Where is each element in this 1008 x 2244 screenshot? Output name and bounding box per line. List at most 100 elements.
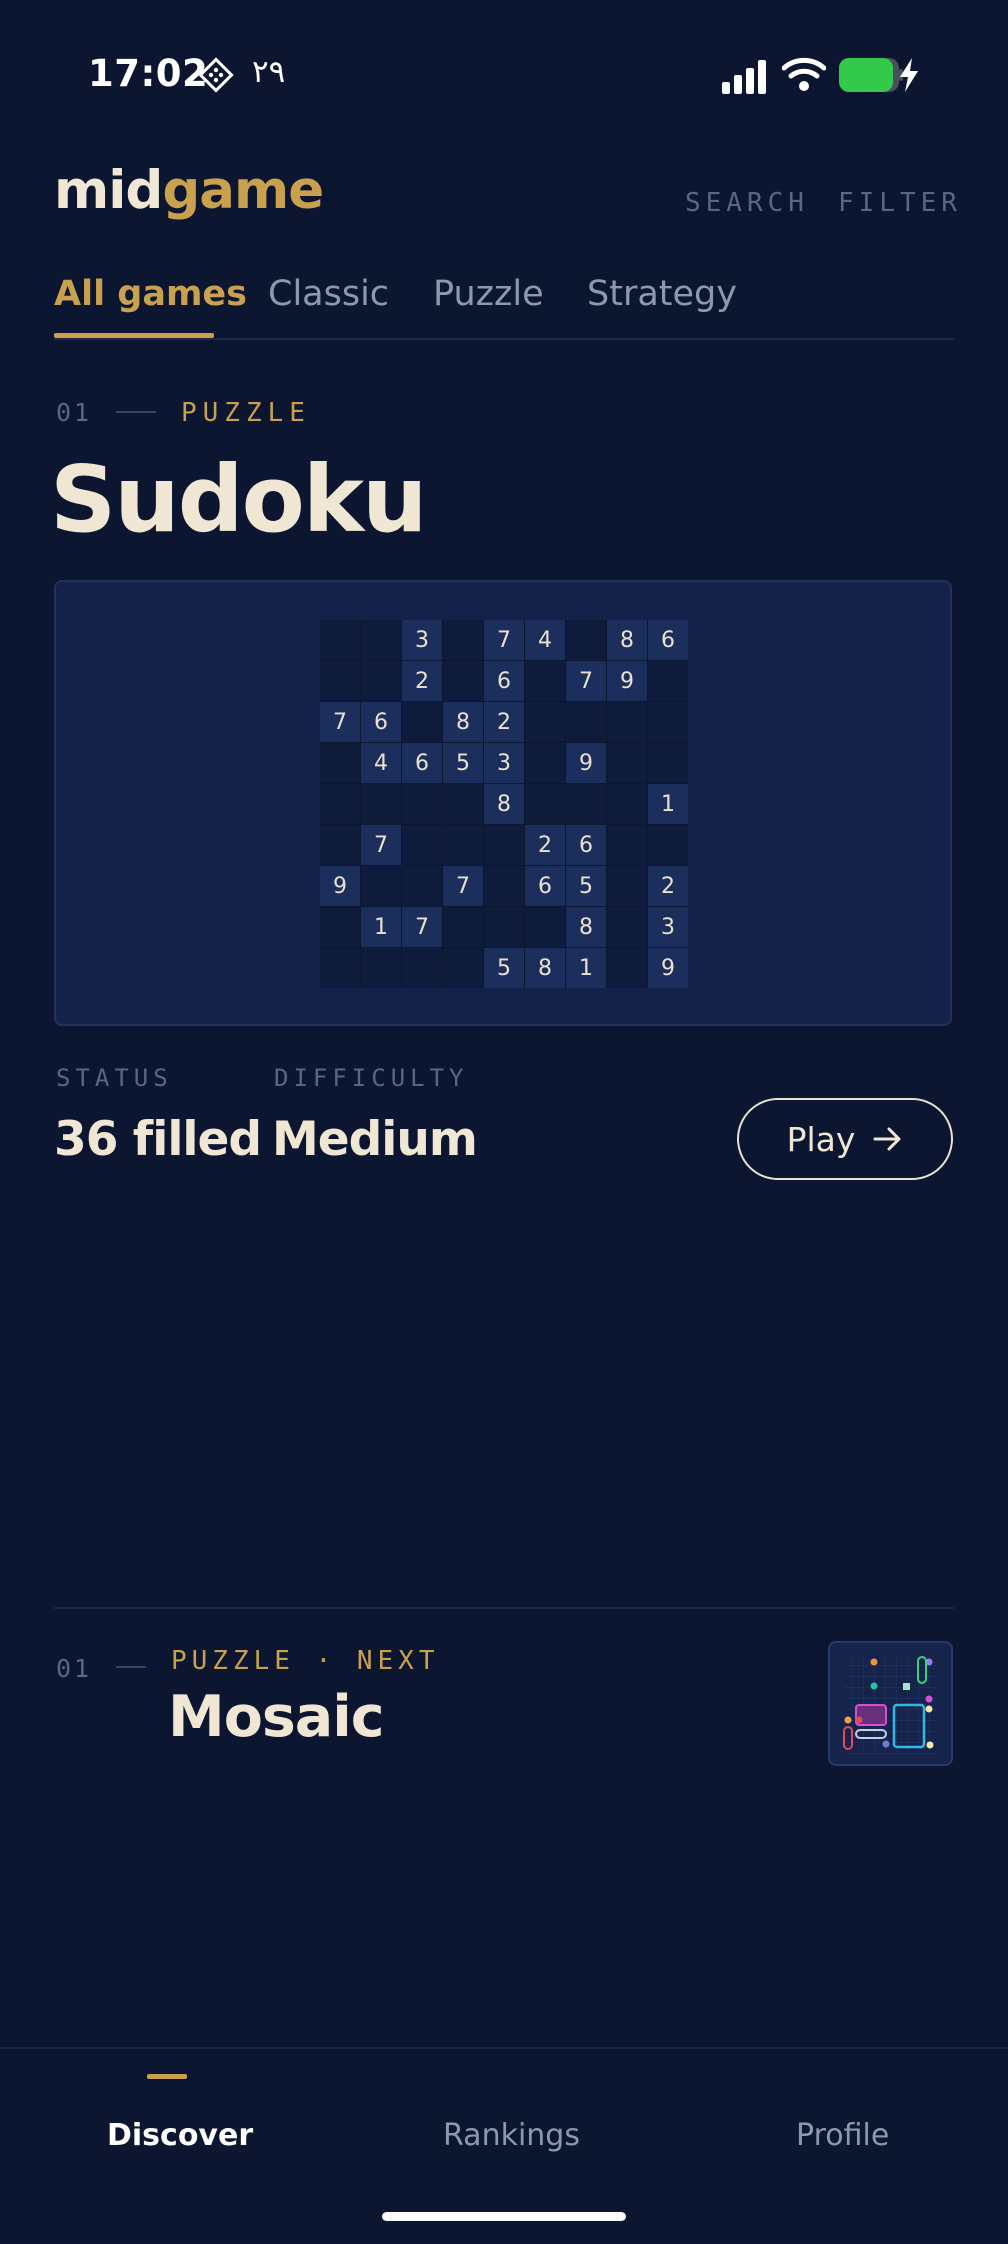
tab-strategy[interactable]: Strategy bbox=[587, 274, 737, 314]
sudoku-cell[interactable]: 5 bbox=[566, 866, 606, 906]
sudoku-cell[interactable] bbox=[361, 620, 401, 660]
sudoku-cell[interactable]: 8 bbox=[443, 702, 483, 742]
sudoku-cell[interactable]: 6 bbox=[402, 743, 442, 783]
featured-title[interactable]: Sudoku bbox=[50, 446, 427, 553]
sudoku-cell[interactable] bbox=[361, 784, 401, 824]
sudoku-cell[interactable]: 6 bbox=[361, 702, 401, 742]
sudoku-grid[interactable]: 374862679768246539817269765217835819 bbox=[320, 620, 688, 988]
sudoku-cell[interactable]: 7 bbox=[443, 866, 483, 906]
sudoku-cell[interactable] bbox=[320, 825, 360, 865]
battery-icon bbox=[839, 58, 903, 92]
sudoku-cell[interactable] bbox=[607, 866, 647, 906]
nav-profile[interactable]: Profile bbox=[796, 2118, 889, 2153]
sudoku-cell[interactable] bbox=[402, 825, 442, 865]
home-indicator[interactable] bbox=[382, 2212, 626, 2221]
sudoku-cell[interactable]: 2 bbox=[484, 702, 524, 742]
sudoku-cell[interactable] bbox=[525, 702, 565, 742]
sudoku-cell[interactable] bbox=[525, 661, 565, 701]
sudoku-cell[interactable]: 6 bbox=[648, 620, 688, 660]
sudoku-cell[interactable]: 3 bbox=[402, 620, 442, 660]
sudoku-cell[interactable] bbox=[525, 743, 565, 783]
sudoku-cell[interactable] bbox=[648, 702, 688, 742]
sudoku-cell[interactable]: 1 bbox=[361, 907, 401, 947]
sudoku-cell[interactable]: 8 bbox=[607, 620, 647, 660]
sudoku-cell[interactable] bbox=[525, 907, 565, 947]
sudoku-cell[interactable]: 5 bbox=[484, 948, 524, 988]
sudoku-cell[interactable] bbox=[361, 661, 401, 701]
sudoku-cell[interactable] bbox=[402, 784, 442, 824]
sudoku-cell[interactable]: 7 bbox=[484, 620, 524, 660]
sudoku-cell[interactable] bbox=[484, 866, 524, 906]
sudoku-cell[interactable] bbox=[443, 784, 483, 824]
sudoku-cell[interactable]: 8 bbox=[566, 907, 606, 947]
sudoku-cell[interactable] bbox=[648, 743, 688, 783]
sudoku-cell[interactable] bbox=[402, 866, 442, 906]
sudoku-cell[interactable] bbox=[402, 948, 442, 988]
sudoku-cell[interactable]: 3 bbox=[484, 743, 524, 783]
sudoku-cell[interactable] bbox=[607, 784, 647, 824]
sudoku-cell[interactable] bbox=[525, 784, 565, 824]
sudoku-cell[interactable] bbox=[443, 661, 483, 701]
sudoku-cell[interactable] bbox=[484, 825, 524, 865]
sudoku-cell[interactable]: 4 bbox=[361, 743, 401, 783]
sudoku-cell[interactable]: 3 bbox=[648, 907, 688, 947]
nav-divider bbox=[0, 2047, 1008, 2049]
sudoku-cell[interactable]: 2 bbox=[648, 866, 688, 906]
search-button[interactable]: SEARCH bbox=[685, 188, 809, 218]
sudoku-cell[interactable]: 7 bbox=[361, 825, 401, 865]
sudoku-cell[interactable]: 6 bbox=[566, 825, 606, 865]
mosaic-thumbnail[interactable] bbox=[828, 1641, 953, 1766]
status-value: 36 filled bbox=[54, 1112, 262, 1167]
sudoku-cell[interactable]: 5 bbox=[443, 743, 483, 783]
sudoku-cell[interactable] bbox=[361, 948, 401, 988]
sudoku-cell[interactable] bbox=[443, 620, 483, 660]
sudoku-cell[interactable] bbox=[443, 907, 483, 947]
sudoku-cell[interactable]: 2 bbox=[525, 825, 565, 865]
sudoku-cell[interactable] bbox=[443, 948, 483, 988]
sudoku-cell[interactable] bbox=[648, 661, 688, 701]
sudoku-cell[interactable]: 9 bbox=[648, 948, 688, 988]
filter-button[interactable]: FILTER bbox=[838, 188, 962, 218]
next-title[interactable]: Mosaic bbox=[168, 1684, 385, 1750]
sudoku-cell[interactable] bbox=[320, 784, 360, 824]
play-button[interactable]: Play bbox=[737, 1098, 953, 1180]
sudoku-cell[interactable]: 1 bbox=[648, 784, 688, 824]
sudoku-cell[interactable]: 7 bbox=[320, 702, 360, 742]
sudoku-cell[interactable] bbox=[320, 743, 360, 783]
sudoku-cell[interactable]: 9 bbox=[607, 661, 647, 701]
sudoku-cell[interactable] bbox=[648, 825, 688, 865]
sudoku-cell[interactable] bbox=[320, 620, 360, 660]
sudoku-cell[interactable]: 7 bbox=[566, 661, 606, 701]
sudoku-cell[interactable]: 9 bbox=[566, 743, 606, 783]
sudoku-cell[interactable] bbox=[607, 743, 647, 783]
nav-discover[interactable]: Discover bbox=[107, 2118, 253, 2153]
sudoku-cell[interactable] bbox=[402, 702, 442, 742]
sudoku-cell[interactable]: 2 bbox=[402, 661, 442, 701]
sudoku-cell[interactable] bbox=[566, 702, 606, 742]
sudoku-cell[interactable] bbox=[607, 907, 647, 947]
sudoku-cell[interactable] bbox=[566, 784, 606, 824]
sudoku-cell[interactable] bbox=[320, 661, 360, 701]
sudoku-cell[interactable] bbox=[607, 948, 647, 988]
sudoku-cell[interactable] bbox=[443, 825, 483, 865]
sudoku-cell[interactable]: 4 bbox=[525, 620, 565, 660]
sudoku-cell[interactable]: 8 bbox=[484, 784, 524, 824]
nav-rankings[interactable]: Rankings bbox=[443, 2118, 580, 2153]
sudoku-cell[interactable] bbox=[566, 620, 606, 660]
sudoku-cell[interactable]: 6 bbox=[484, 661, 524, 701]
tab-classic[interactable]: Classic bbox=[268, 274, 389, 314]
sudoku-cell[interactable]: 6 bbox=[525, 866, 565, 906]
sudoku-cell[interactable] bbox=[607, 825, 647, 865]
sudoku-cell[interactable] bbox=[320, 907, 360, 947]
sudoku-cell[interactable]: 8 bbox=[525, 948, 565, 988]
sudoku-cell[interactable] bbox=[607, 702, 647, 742]
sudoku-cell[interactable]: 7 bbox=[402, 907, 442, 947]
app-logo[interactable]: midgame bbox=[54, 160, 324, 221]
sudoku-cell[interactable]: 1 bbox=[566, 948, 606, 988]
sudoku-cell[interactable]: 9 bbox=[320, 866, 360, 906]
tab-all-games[interactable]: All games bbox=[54, 274, 247, 314]
sudoku-cell[interactable] bbox=[361, 866, 401, 906]
sudoku-cell[interactable] bbox=[320, 948, 360, 988]
tab-puzzle[interactable]: Puzzle bbox=[433, 274, 544, 314]
sudoku-cell[interactable] bbox=[484, 907, 524, 947]
